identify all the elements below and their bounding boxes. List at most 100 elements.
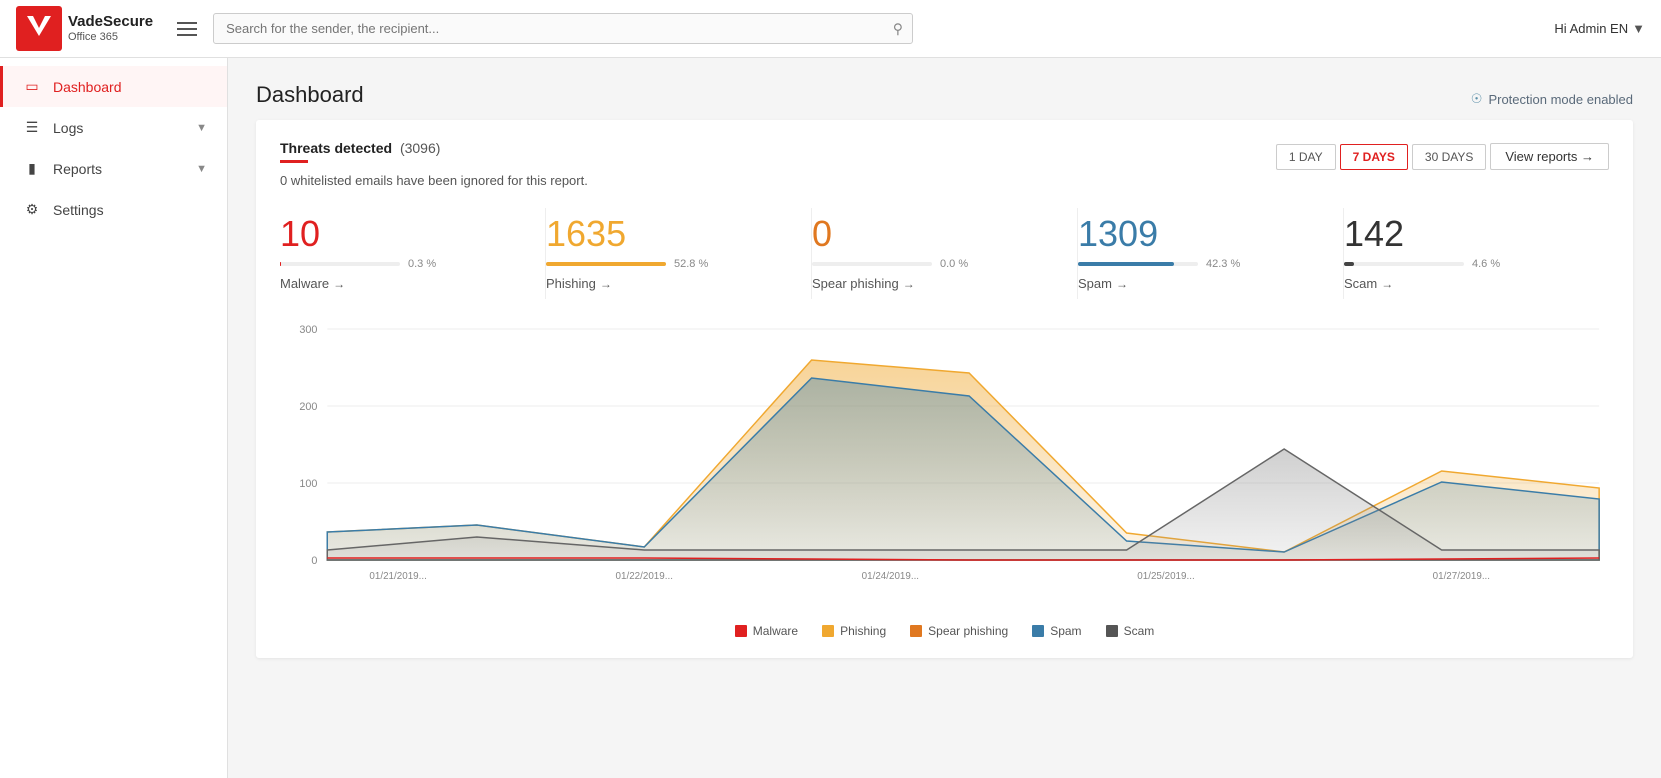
svg-text:01/21/2019...: 01/21/2019...	[369, 571, 426, 582]
legend-phishing-dot	[822, 625, 834, 637]
app-container: VadeSecure Office 365 ⚲ Hi Admin EN ▼ ▭ …	[0, 0, 1661, 778]
stat-phishing-fill	[546, 262, 666, 266]
hamburger-button[interactable]	[169, 14, 205, 44]
stat-phishing-label[interactable]: Phishing →	[546, 276, 795, 291]
sidebar: ▭ Dashboard ☰ Logs ▼ ▮ Reports ▼ ⚙ Setti…	[0, 58, 228, 778]
page-title: Dashboard	[256, 82, 364, 108]
stat-malware-pct: 0.3 %	[408, 258, 436, 270]
svg-text:0: 0	[311, 555, 317, 567]
stat-spear-label[interactable]: Spear phishing →	[812, 276, 1061, 291]
sidebar-item-label: Reports	[53, 161, 102, 177]
stat-spam-pct: 42.3 %	[1206, 258, 1240, 270]
stat-spam-value: 1309	[1078, 216, 1327, 252]
stat-scam: 142 4.6 % Scam →	[1344, 208, 1609, 299]
stat-scam-fill	[1344, 262, 1354, 266]
threats-title-text: Threats detected (3096)	[280, 140, 440, 156]
user-label: Hi Admin EN	[1554, 21, 1628, 36]
dashboard-icon: ▭	[23, 78, 41, 95]
legend-scam-dot	[1106, 625, 1118, 637]
stat-phishing-value: 1635	[546, 216, 795, 252]
legend-spear-label: Spear phishing	[928, 624, 1008, 638]
stat-malware-bar-row: 0.3 %	[280, 258, 529, 270]
threats-count: (3096)	[400, 140, 440, 156]
stat-malware-fill	[280, 262, 281, 266]
svg-text:01/24/2019...: 01/24/2019...	[862, 571, 919, 582]
legend-spear: Spear phishing	[910, 624, 1008, 638]
stat-phishing-pct: 52.8 %	[674, 258, 708, 270]
svg-text:100: 100	[299, 478, 317, 490]
stat-spear: 0 0.0 % Spear phishing →	[812, 208, 1078, 299]
search-input[interactable]	[213, 13, 913, 44]
svg-text:01/27/2019...: 01/27/2019...	[1433, 571, 1490, 582]
legend-phishing-label: Phishing	[840, 624, 886, 638]
chevron-down-icon: ▼	[196, 163, 207, 175]
threats-title: Threats detected	[280, 140, 392, 156]
stat-scam-label[interactable]: Scam →	[1344, 276, 1593, 291]
stat-spam-label[interactable]: Spam →	[1078, 276, 1327, 291]
threats-title-group: Threats detected (3096)	[280, 140, 440, 173]
legend-phishing: Phishing	[822, 624, 886, 638]
stat-spam-track	[1078, 262, 1198, 266]
stat-malware-label[interactable]: Malware →	[280, 276, 529, 291]
sidebar-item-reports[interactable]: ▮ Reports ▼	[0, 148, 227, 189]
brand-sub: Office 365	[68, 31, 153, 43]
stat-spear-value: 0	[812, 216, 1061, 252]
protection-mode-label: Protection mode enabled	[1488, 92, 1633, 107]
sidebar-item-label: Dashboard	[53, 79, 122, 95]
time-1day-button[interactable]: 1 DAY	[1276, 144, 1336, 170]
stat-phishing-track	[546, 262, 666, 266]
legend-malware-label: Malware	[753, 624, 798, 638]
main-area: ▭ Dashboard ☰ Logs ▼ ▮ Reports ▼ ⚙ Setti…	[0, 58, 1661, 778]
threats-header: Threats detected (3096) 1 DAY 7 DAYS 30 …	[280, 140, 1609, 173]
settings-icon: ⚙	[23, 201, 41, 218]
time-filter: 1 DAY 7 DAYS 30 DAYS View reports →	[1276, 143, 1609, 170]
legend-malware: Malware	[735, 624, 798, 638]
stat-scam-bar-row: 4.6 %	[1344, 258, 1593, 270]
chart-area: 300 200 100 0 01	[280, 319, 1609, 638]
svg-text:01/22/2019...: 01/22/2019...	[616, 571, 673, 582]
logo: VadeSecure Office 365	[16, 6, 153, 51]
time-7days-button[interactable]: 7 DAYS	[1340, 144, 1408, 170]
stat-scam-track	[1344, 262, 1464, 266]
sidebar-item-dashboard[interactable]: ▭ Dashboard	[0, 66, 227, 107]
stat-scam-value: 142	[1344, 216, 1593, 252]
title-row: Dashboard ☉ Protection mode enabled	[256, 82, 1633, 116]
legend-scam: Scam	[1106, 624, 1155, 638]
time-30days-button[interactable]: 30 DAYS	[1412, 144, 1486, 170]
stat-malware: 10 0.3 % Malware →	[280, 208, 546, 299]
chevron-down-icon: ▼	[196, 122, 207, 134]
sidebar-item-logs[interactable]: ☰ Logs ▼	[0, 107, 227, 148]
sidebar-item-settings[interactable]: ⚙ Settings	[0, 189, 227, 230]
stat-malware-value: 10	[280, 216, 529, 252]
dashboard-card: Threats detected (3096) 1 DAY 7 DAYS 30 …	[256, 120, 1633, 658]
stat-malware-track	[280, 262, 400, 266]
stats-row: 10 0.3 % Malware → 1635	[280, 208, 1609, 299]
legend-spear-dot	[910, 625, 922, 637]
stat-spear-track	[812, 262, 932, 266]
legend-malware-dot	[735, 625, 747, 637]
legend-spam: Spam	[1032, 624, 1081, 638]
shield-icon: ☉	[1471, 91, 1483, 107]
svg-text:01/25/2019...: 01/25/2019...	[1137, 571, 1194, 582]
svg-text:300: 300	[299, 324, 317, 336]
sidebar-item-label: Settings	[53, 202, 104, 218]
search-icon: ⚲	[893, 20, 903, 37]
chart-legend: Malware Phishing Spear phishing Spa	[280, 624, 1609, 638]
user-info: Hi Admin EN ▼	[1554, 21, 1645, 36]
brand-name: VadeSecure	[68, 14, 153, 31]
stat-phishing: 1635 52.8 % Phishing →	[546, 208, 812, 299]
legend-spam-label: Spam	[1050, 624, 1081, 638]
user-chevron-icon[interactable]: ▼	[1632, 21, 1645, 36]
search-bar: ⚲	[213, 13, 913, 44]
threats-underline	[280, 160, 308, 163]
stat-scam-pct: 4.6 %	[1472, 258, 1500, 270]
stat-spear-bar-row: 0.0 %	[812, 258, 1061, 270]
svg-text:200: 200	[299, 401, 317, 413]
sidebar-item-label: Logs	[53, 120, 83, 136]
legend-spam-dot	[1032, 625, 1044, 637]
logo-box	[16, 6, 62, 51]
reports-icon: ▮	[23, 160, 41, 177]
view-reports-button[interactable]: View reports →	[1490, 143, 1609, 170]
whitelisted-message: 0 whitelisted emails have been ignored f…	[280, 173, 1609, 188]
content-area: Dashboard ☉ Protection mode enabled Thre…	[228, 58, 1661, 778]
